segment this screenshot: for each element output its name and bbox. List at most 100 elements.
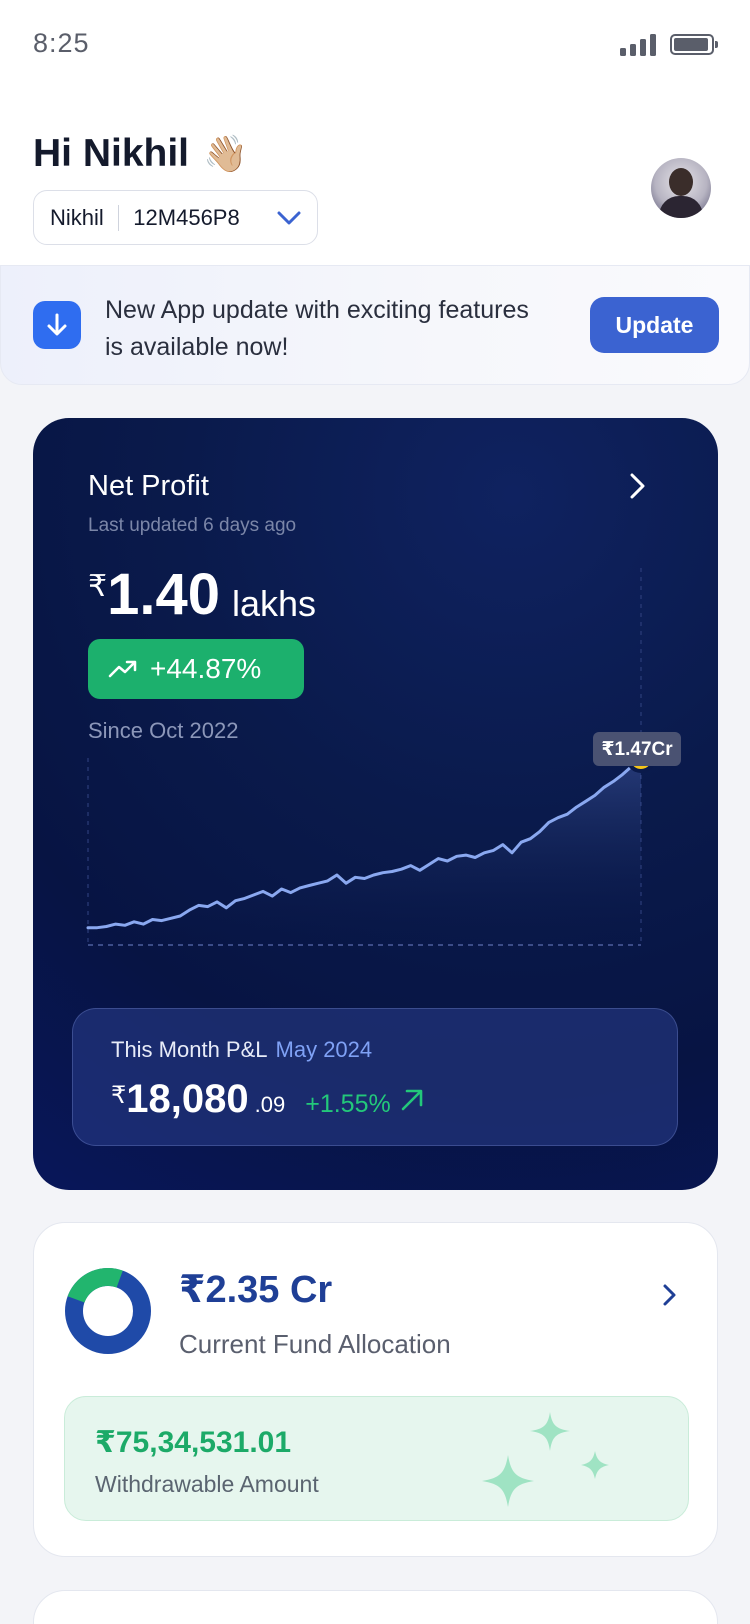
chart-point-42 bbox=[473, 856, 477, 859]
chart-point-9 bbox=[169, 917, 173, 920]
chart-point-46 bbox=[510, 851, 514, 854]
chart-point-21 bbox=[280, 887, 283, 891]
chart-point-0 bbox=[86, 926, 90, 929]
chevron-down-icon bbox=[277, 211, 301, 224]
chart-point-39 bbox=[446, 859, 449, 863]
chart-point-33 bbox=[390, 870, 394, 873]
arrow-up-right-icon bbox=[401, 1089, 423, 1110]
chart-point-20 bbox=[271, 894, 274, 898]
chart-point-44 bbox=[492, 849, 495, 852]
chart-point-12 bbox=[197, 904, 200, 907]
fund-allocation-card[interactable]: ₹2.35 Cr Current Fund Allocation ₹75,34,… bbox=[33, 1222, 718, 1557]
chart-point-18 bbox=[252, 893, 256, 897]
chart-point-32 bbox=[381, 871, 385, 874]
avatar-body bbox=[659, 196, 703, 218]
greeting-text: Hi Nikhil bbox=[33, 132, 190, 175]
chart-point-45 bbox=[501, 843, 504, 846]
chart-point-26 bbox=[326, 879, 329, 883]
fund-allocation-label: Current Fund Allocation bbox=[179, 1329, 451, 1359]
allocation-donut-chart bbox=[65, 1268, 151, 1354]
net-profit-title: Net Profit bbox=[88, 470, 209, 502]
chart-point-10 bbox=[178, 914, 182, 918]
chart-point-28 bbox=[344, 881, 348, 885]
chart-point-57 bbox=[612, 780, 615, 783]
chart-point-58 bbox=[621, 773, 624, 776]
chart-point-53 bbox=[575, 805, 578, 809]
chart-point-31 bbox=[372, 873, 375, 877]
avatar-head bbox=[669, 168, 693, 196]
chart-point-47 bbox=[519, 841, 523, 844]
chart-point-43 bbox=[483, 851, 486, 854]
account-name: Nikhil bbox=[50, 204, 104, 230]
withdrawable-value: ₹75,34,531.01 bbox=[95, 1426, 292, 1459]
chart-point-8 bbox=[160, 919, 163, 922]
chart-point-27 bbox=[335, 873, 339, 877]
status-time: 8:25 bbox=[33, 28, 90, 58]
chart-point-7 bbox=[151, 918, 154, 921]
withdrawable-label: Withdrawable Amount bbox=[95, 1471, 319, 1497]
next-card bbox=[33, 1590, 718, 1624]
chevron-right-icon[interactable] bbox=[662, 1283, 678, 1307]
chart-tooltip: ₹1.47Cr bbox=[593, 732, 681, 766]
chart-point-49 bbox=[538, 830, 541, 833]
net-profit-card[interactable]: Net Profit Last updated 6 days ago ₹ 1.4… bbox=[33, 418, 718, 1190]
battery-icon bbox=[670, 34, 718, 55]
chart-point-35 bbox=[409, 864, 412, 867]
net-profit-unit: lakhs bbox=[231, 583, 317, 624]
chart-point-34 bbox=[400, 867, 403, 871]
sparkle-icon bbox=[482, 1412, 609, 1507]
chart-point-25 bbox=[317, 881, 320, 885]
currency-symbol: ₹ bbox=[88, 570, 108, 603]
chevron-right-icon[interactable] bbox=[628, 472, 648, 500]
chart-point-13 bbox=[206, 905, 210, 908]
chart-point-1 bbox=[96, 926, 99, 929]
chart-point-38 bbox=[437, 857, 440, 860]
chart-point-15 bbox=[225, 906, 228, 909]
update-message: New App update with exciting features is… bbox=[105, 296, 529, 361]
net-profit-change: +44.87% bbox=[150, 653, 262, 684]
chart-point-40 bbox=[455, 855, 458, 858]
month-pl-decimal: .09 bbox=[254, 1092, 286, 1117]
chart-point-22 bbox=[289, 891, 292, 894]
chart-point-36 bbox=[418, 869, 421, 872]
chart-point-3 bbox=[114, 922, 117, 926]
chart-point-19 bbox=[261, 890, 265, 893]
month-pl-value: ₹ 18,080 .09 +1.55% bbox=[111, 1077, 425, 1122]
status-bar: 8:25 bbox=[0, 0, 750, 90]
chart-point-56 bbox=[602, 786, 606, 789]
net-profit-number: 1.40 bbox=[107, 562, 220, 627]
net-profit-last-updated: Last updated 6 days ago bbox=[88, 515, 297, 536]
chart-point-14 bbox=[215, 900, 219, 904]
chart-point-30 bbox=[363, 877, 366, 880]
chart-point-52 bbox=[566, 812, 569, 816]
update-button[interactable]: Update bbox=[590, 297, 719, 353]
month-pl-number: 18,080 bbox=[126, 1077, 249, 1121]
net-profit-since: Since Oct 2022 bbox=[88, 718, 239, 743]
chart-point-11 bbox=[188, 908, 191, 912]
account-selector[interactable]: Nikhil 12M456P8 bbox=[33, 190, 318, 245]
account-id: 12M456P8 bbox=[133, 204, 240, 230]
chart-point-4 bbox=[123, 924, 127, 927]
month-pl-change: +1.55% bbox=[305, 1090, 391, 1118]
header: Hi Nikhil 👋🏼 Nikhil 12M456P8 bbox=[0, 90, 750, 265]
month-pl-box[interactable]: This Month P&L May 2024 ₹ 18,080 .09 +1.5… bbox=[72, 1008, 678, 1146]
net-profit-value: ₹ 1.40 lakhs bbox=[88, 563, 316, 627]
chart-point-5 bbox=[132, 920, 136, 924]
chart-point-6 bbox=[142, 922, 145, 926]
month-pl-title: This Month P&L bbox=[111, 1037, 268, 1062]
signal-icon bbox=[620, 34, 656, 56]
withdrawable-box: ₹75,34,531.01 Withdrawable Amount bbox=[64, 1396, 689, 1521]
chart-point-23 bbox=[298, 886, 302, 890]
net-profit-change-badge: +44.87% bbox=[88, 639, 304, 699]
chart-point-41 bbox=[464, 853, 468, 857]
trending-up-icon bbox=[108, 660, 137, 678]
chart-point-50 bbox=[547, 821, 551, 824]
greeting: Hi Nikhil 👋🏼 bbox=[33, 132, 248, 176]
chart-point-29 bbox=[354, 876, 357, 879]
chart-point-17 bbox=[243, 897, 246, 900]
avatar[interactable] bbox=[651, 158, 711, 218]
chart-point-16 bbox=[234, 899, 237, 902]
month-pl-label: This Month P&L May 2024 bbox=[111, 1037, 372, 1063]
chart-point-51 bbox=[556, 816, 560, 819]
month-pl-date: May 2024 bbox=[275, 1037, 373, 1062]
